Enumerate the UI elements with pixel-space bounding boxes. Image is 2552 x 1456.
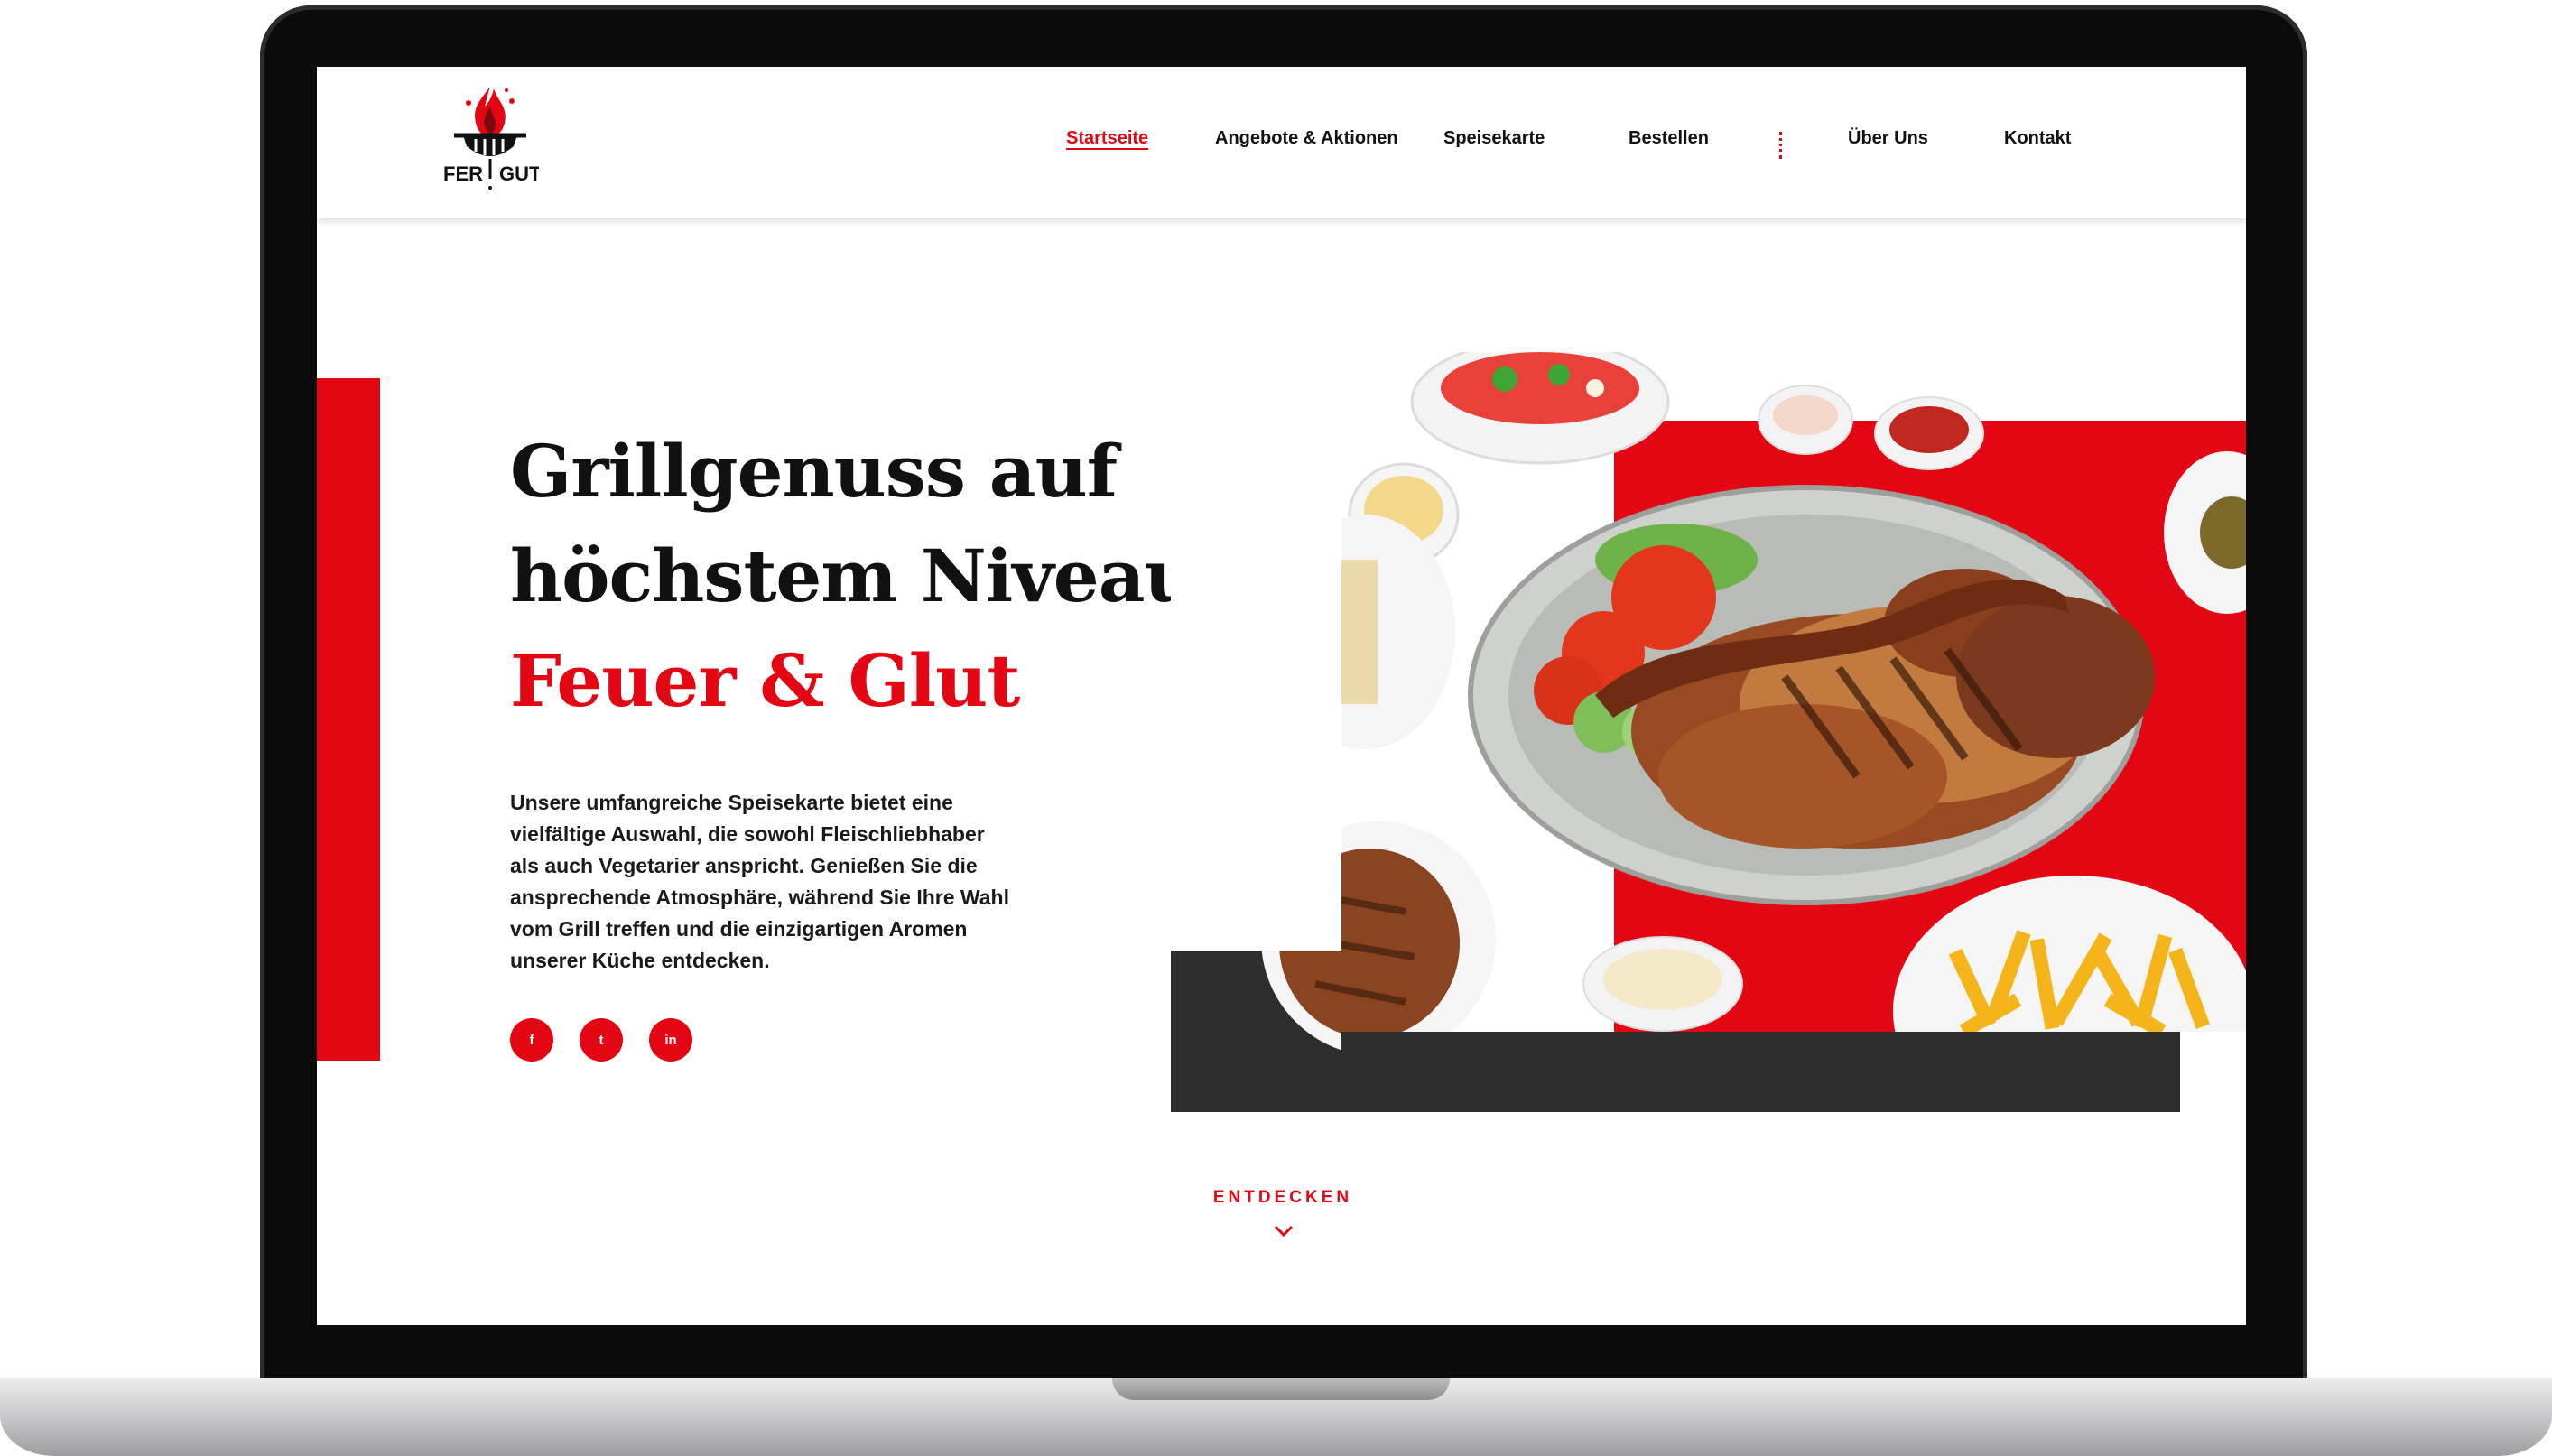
nav-angebote-aktionen[interactable]: Angebote & Aktionen [1215, 128, 1398, 149]
nav-bestellen[interactable]: Bestellen [1629, 128, 1709, 149]
hero-description: Unsere umfangreiche Speisekarte bietet e… [510, 791, 1009, 972]
laptop-notch [1112, 1378, 1450, 1400]
twitter-icon[interactable]: t [580, 1018, 623, 1062]
top-navigation: FER GUT Startseite Angebote & Aktionen S… [317, 67, 2246, 218]
logo-text-right: GUT [499, 162, 539, 185]
chevron-down-icon[interactable] [1270, 1221, 1297, 1241]
discover-link[interactable]: ENTDECKEN [1165, 1188, 1400, 1208]
nav-kontakt[interactable]: Kontakt [2004, 128, 2071, 149]
nav-ueber-uns[interactable]: Über Uns [1848, 128, 1928, 149]
logo[interactable]: FER GUT [441, 79, 539, 192]
logo-text-left: FER [443, 162, 483, 185]
linkedin-icon[interactable]: in [649, 1018, 692, 1062]
headline-line-2: höchstem Niveau: [510, 533, 1222, 618]
website-screen: FER GUT Startseite Angebote & Aktionen S… [317, 67, 2246, 1325]
nav-speisekarte[interactable]: Speisekarte [1443, 128, 1545, 149]
headline-accent: Feuer & Glut [510, 638, 1020, 723]
facebook-icon[interactable]: f [510, 1018, 553, 1062]
decorative-red-strip [317, 378, 380, 1061]
nav-separator [1779, 132, 1782, 159]
hero-headline: Grillgenuss auf höchstem Niveau: Feuer &… [510, 419, 1222, 733]
headline-line-1: Grillgenuss auf [510, 429, 1118, 514]
hero-food-image [1171, 352, 2246, 1112]
nav-startseite[interactable]: Startseite [1066, 128, 1148, 149]
